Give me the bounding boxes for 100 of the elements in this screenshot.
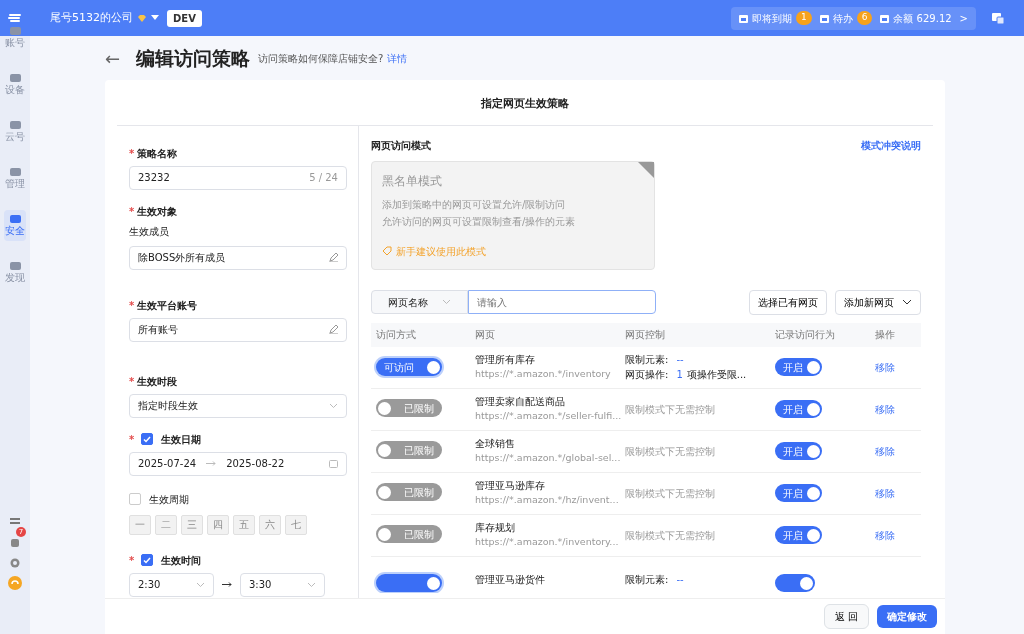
name-field[interactable]: 23232 5 / 24 [129,165,347,190]
sidebar-item[interactable]: 管理 [4,163,26,194]
required-marker: * [129,374,135,389]
record-toggle[interactable]: 开启 [775,358,822,376]
confirm-button[interactable]: 确定修改 [877,605,937,628]
period-select[interactable]: 指定时段生效 [129,393,347,418]
sidebar-item[interactable]: 发现 [4,257,26,288]
control-label: 限制元素: [625,572,669,587]
page-url: https://*.amazon.*/inventory [475,367,612,382]
remove-link[interactable]: 移除 [875,445,895,457]
record-toggle[interactable]: 开启 [775,442,822,460]
env-badge: DEV [167,9,202,27]
mode-description: 添加到策略中的网页可设置允许/限制访问 [382,197,567,212]
weekday-button[interactable]: 二 [155,514,177,535]
weekday-button[interactable]: 五 [233,514,255,535]
access-toggle[interactable]: 已限制 [376,525,442,544]
operations-text: 项操作受限... [686,368,747,382]
page-name: 库存规划 [475,521,516,536]
stat-label: 即将到期 [751,11,792,26]
control-note: 限制模式下无需控制 [625,529,715,541]
control-note: 限制模式下无需控制 [625,487,715,499]
character-count: 5 / 24 [309,171,338,185]
company-name[interactable]: 尾号5132的公司 [50,9,133,27]
field-label: 策略名称 [137,146,178,161]
stats-bar[interactable]: 即将到期 1 待办 6 余额 629.12 > [730,6,976,30]
mode-description: 允许访问的网页可设置限制查看/操作的元素 [382,214,577,229]
field-label: 生效周期 [149,492,189,507]
required-marker: * [129,298,135,313]
page-name: 管理亚马逊货件 [475,572,546,587]
section-label: 网页访问模式 [371,138,431,153]
access-toggle[interactable]: 可访问 [376,358,442,376]
weekday-button[interactable]: 三 [181,514,203,535]
count-badge: 6 [856,11,873,25]
mode-title: 黑名单模式 [382,172,443,190]
field-label: 生效时段 [137,374,178,389]
sidebar-item[interactable]: 设备 [4,69,26,100]
mode-card[interactable]: 黑名单模式 添加到策略中的网页可设置允许/限制访问 允许访问的网页可设置限制查看/操作的元素 新手建议使用此模式 [371,160,655,270]
required-marker: * [129,204,135,219]
page-url: https://*.amazon.*/seller-fulfi... [475,409,623,424]
time-select[interactable]: 2:30 [129,572,214,597]
date-range-field[interactable]: 2025-07-24 2025-08-22 [129,451,347,476]
access-toggle[interactable]: 已限制 [376,399,442,418]
chevron[interactable]: > [959,10,968,26]
add-button[interactable]: 添加新网页 [835,289,921,315]
required-marker: * [129,553,135,568]
record-toggle[interactable]: 开启 [775,526,822,544]
operations-count[interactable]: 1 [676,367,683,382]
accounts-field[interactable]: 所有账号 [129,317,347,342]
weekday-button[interactable]: 七 [285,514,307,535]
page-name: 全球销售 [475,437,516,452]
card-title: 指定网页生效策略 [117,80,933,126]
remove-link[interactable]: 移除 [875,403,895,415]
back-button[interactable]: ← [105,44,121,72]
record-toggle[interactable]: 开启 [775,400,822,418]
required-marker: * [129,432,135,447]
field-label: 生效成员 [129,224,170,239]
control-note: 限制模式下无需控制 [625,445,715,457]
page-name: 管理卖家自配送商品 [475,395,566,410]
filter-select[interactable]: 网页名称 [371,290,468,314]
column-header: 网页 [475,328,496,342]
sidebar-item[interactable]: 安全 [4,210,26,241]
column-header: 访问方式 [375,328,417,342]
weekday-button[interactable]: 六 [259,514,281,535]
weekday-button[interactable]: 四 [207,514,229,535]
remove-link[interactable]: 移除 [875,529,895,541]
remove-link[interactable]: 移除 [875,487,895,499]
column-header: 记录访问行为 [775,328,836,342]
recommendation-text: 新手建议使用此模式 [396,244,486,259]
control-label: 限制元素: [625,353,669,367]
sidebar-item[interactable]: 云号 [4,116,26,147]
column-header: 网页控制 [625,328,666,342]
stat-label: 待办 [832,11,853,26]
access-toggle[interactable]: 已限制 [376,441,442,460]
remove-link[interactable]: 移除 [875,361,895,373]
sidebar-item[interactable]: 账号 [4,22,26,53]
column-header: 操作 [875,328,896,342]
stat-label: 余额 629.12 [893,11,952,26]
conflict-link[interactable]: 模式冲突说明 [861,137,921,153]
elements-link[interactable]: -- [676,352,684,367]
search-field[interactable]: 请输入 [468,290,656,314]
time-select[interactable]: 3:30 [240,572,325,597]
field-label: 生效日期 [161,432,202,447]
count-badge: 1 [795,11,812,25]
weekday-button[interactable]: 一 [129,514,151,535]
details-link[interactable]: 详情 [387,50,408,66]
required-marker: * [129,146,135,161]
members-field[interactable]: 除BOSS外所有成员 [129,245,347,270]
page-url: https://*.amazon.*/inventory... [475,535,620,550]
page-name: 管理亚马逊库存 [475,479,546,494]
field-label: 生效平台账号 [137,298,198,313]
access-toggle[interactable]: 已限制 [376,483,442,502]
page-url: https://*.amazon.*/hz/invent... [475,493,620,508]
help-text: 访问策略如何保障店铺安全? [258,51,384,66]
select-button[interactable]: 选择已有网页 [749,289,827,315]
page-url: https://*.amazon.*/global-sel... [475,451,622,466]
record-toggle[interactable]: 开启 [775,484,822,502]
control-note: 限制模式下无需控制 [625,403,715,415]
page-title: 编辑访问策略 [136,45,251,71]
elements-link[interactable]: -- [676,571,684,587]
back-button[interactable]: 返 回 [823,604,869,629]
